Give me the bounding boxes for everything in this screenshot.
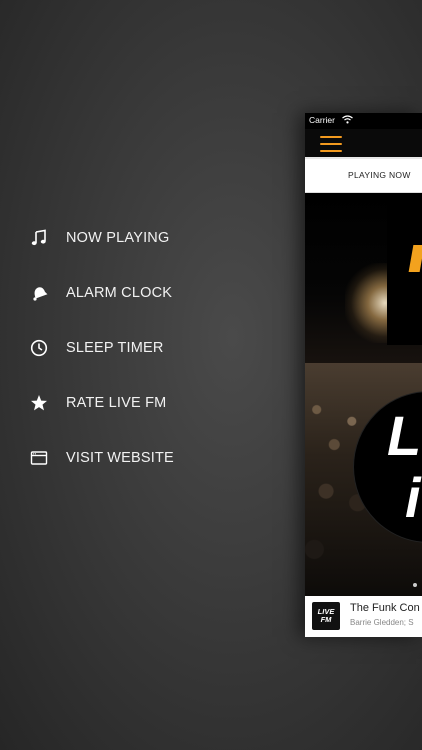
station-logo: LIVE FM — [312, 602, 340, 630]
alarm-bell-icon — [30, 284, 48, 302]
menu-item-label: NOW PLAYING — [66, 230, 170, 246]
menu-item-visit-website[interactable]: VISIT WEBSITE — [30, 443, 270, 473]
now-playing-bar[interactable]: LIVE FM The Funk Con Barrie Gledden; S — [305, 596, 422, 637]
logo-letter: L — [387, 404, 422, 467]
track-artist: Barrie Gledden; S — [350, 618, 414, 627]
clock-icon — [30, 339, 48, 357]
nav-bar — [305, 129, 422, 157]
hamburger-menu-icon[interactable] — [320, 136, 342, 152]
menu-item-label: SLEEP TIMER — [66, 340, 164, 356]
menu-item-label: VISIT WEBSITE — [66, 450, 174, 466]
music-note-icon — [30, 229, 48, 247]
browser-window-icon — [30, 449, 48, 467]
tab-bar: PLAYING NOW — [305, 157, 422, 193]
menu-item-label: ALARM CLOCK — [66, 285, 173, 301]
menu-item-sleep-timer[interactable]: SLEEP TIMER — [30, 333, 270, 363]
page-indicator-dot — [413, 583, 417, 587]
status-bar: Carrier — [305, 113, 422, 129]
side-menu: NOW PLAYING ALARM CLOCK SLEEP TIMER RATE… — [0, 0, 300, 750]
menu-item-now-playing[interactable]: NOW PLAYING — [30, 223, 270, 253]
hero-image: L i — [305, 193, 422, 596]
menu-item-label: RATE LIVE FM — [66, 395, 167, 411]
star-icon — [30, 394, 48, 412]
track-title: The Funk Con — [350, 602, 420, 614]
carrier-label: Carrier — [309, 115, 335, 125]
tab-playing-now[interactable]: PLAYING NOW — [305, 157, 422, 192]
logo-letter: i — [405, 466, 421, 529]
tab-label: PLAYING NOW — [348, 169, 411, 180]
menu-item-alarm-clock[interactable]: ALARM CLOCK — [30, 278, 270, 308]
app-preview[interactable]: Carrier PLAYING NOW L i LIVE FM The Funk… — [305, 113, 422, 637]
menu-item-rate[interactable]: RATE LIVE FM — [30, 388, 270, 418]
wifi-icon — [342, 115, 353, 124]
logo-text: FM — [320, 615, 332, 624]
